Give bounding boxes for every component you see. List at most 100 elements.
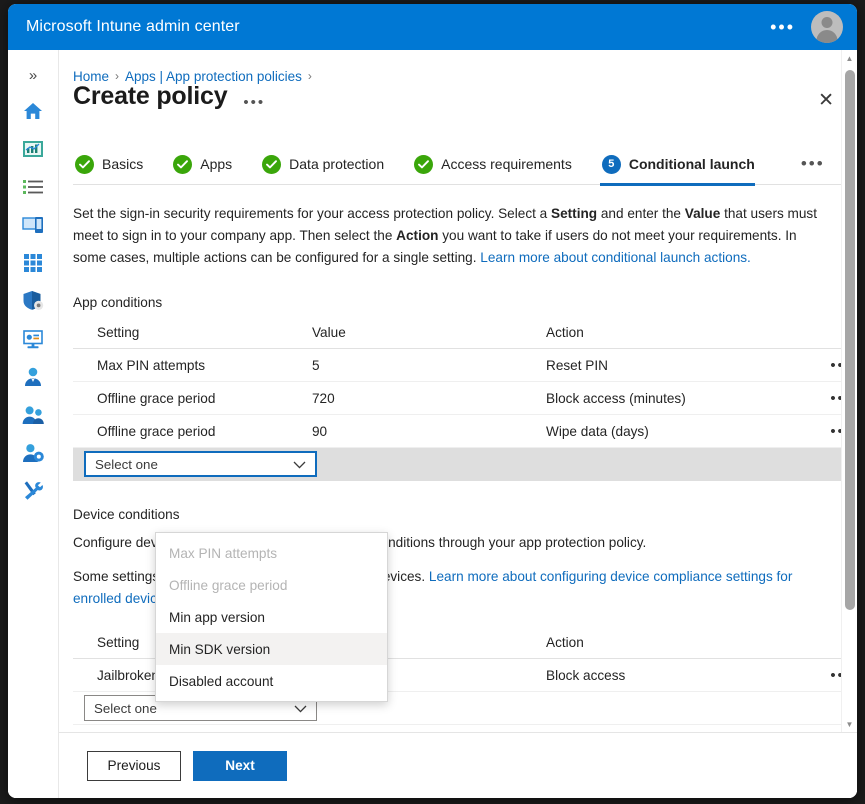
sidebar-item-apps[interactable] <box>8 246 58 284</box>
scroll-region: Home › Apps | App protection policies › … <box>59 50 857 732</box>
select-value: Select one <box>94 700 157 716</box>
select-value: Select one <box>95 456 158 472</box>
dropdown-option-disabled-account[interactable]: Disabled account <box>156 665 387 697</box>
shield-gear-icon <box>22 290 44 316</box>
intro-bold-setting: Setting <box>551 206 598 221</box>
table-row[interactable]: Offline grace period 90 Wipe data (days)… <box>73 415 857 449</box>
app-conditions-label: App conditions <box>73 295 163 311</box>
tools-icon <box>22 480 44 506</box>
sidebar-item-dashboard[interactable] <box>8 132 58 170</box>
page-header: Create policy ••• ✕ <box>73 84 857 128</box>
intro-text-2: and enter the <box>597 206 685 221</box>
setting-dropdown-listbox[interactable]: Max PIN attempts Offline grace period Mi… <box>155 532 388 702</box>
sidebar-item-tenant-administration[interactable] <box>8 436 58 474</box>
tab-label: Conditional launch <box>628 156 755 172</box>
sidebar-item-users[interactable] <box>8 360 58 398</box>
breadcrumb: Home › Apps | App protection policies › <box>73 50 857 84</box>
chevron-double-right-icon: » <box>28 66 38 84</box>
scroll-down-icon[interactable]: ▼ <box>842 716 857 732</box>
tab-data-protection[interactable]: Data protection <box>260 144 398 185</box>
cell-action: Block access <box>546 667 626 683</box>
breadcrumb-separator-icon: › <box>115 69 120 83</box>
scrollbar-thumb[interactable] <box>845 70 855 610</box>
titlebar-more-icon[interactable]: ••• <box>764 14 801 40</box>
tabs-more-icon[interactable]: ••• <box>801 154 825 174</box>
app-condition-setting-select[interactable]: Select one <box>84 451 317 478</box>
monitor-report-icon <box>22 329 44 354</box>
cell-value: 720 <box>312 390 335 406</box>
dropdown-option-max-pin-attempts: Max PIN attempts <box>169 545 278 561</box>
chevron-down-icon <box>294 701 307 716</box>
tab-label: Data protection <box>289 156 385 172</box>
nav-expand-button[interactable]: » <box>8 56 58 94</box>
intro-bold-value: Value <box>684 206 721 221</box>
column-header-action: Action <box>546 324 584 340</box>
cell-action: Block access (minutes) <box>546 390 686 406</box>
dropdown-option-offline-grace-period: Offline grace period <box>169 577 288 593</box>
close-icon[interactable]: ✕ <box>811 88 841 113</box>
cell-action: Wipe data (days) <box>546 423 649 439</box>
breadcrumb-separator-icon-2: › <box>307 69 312 83</box>
user-icon <box>22 366 44 392</box>
tab-basics[interactable]: Basics <box>73 144 157 185</box>
step-number-badge: 5 <box>601 154 621 174</box>
tab-label: Apps <box>200 156 233 172</box>
sidebar-item-reports[interactable] <box>8 322 58 360</box>
users-group-icon <box>22 404 45 430</box>
sidebar-item-endpoint-security[interactable] <box>8 284 58 322</box>
tab-label: Basics <box>102 156 144 172</box>
user-avatar[interactable] <box>811 11 843 43</box>
cell-value: 90 <box>312 423 328 439</box>
check-circle-icon <box>75 154 94 174</box>
app-titlebar: Microsoft Intune admin center ••• <box>8 4 857 50</box>
left-nav-rail: » <box>8 50 59 798</box>
app-conditions-table: Setting Value Action Max PIN attempts 5 … <box>73 316 857 482</box>
table-row[interactable]: Max PIN attempts 5 Reset PIN ••• <box>73 349 857 383</box>
sidebar-item-groups[interactable] <box>8 398 58 436</box>
tab-apps[interactable]: Apps <box>171 144 246 185</box>
tab-label: Access requirements <box>441 156 572 172</box>
scroll-up-icon[interactable]: ▲ <box>842 50 857 66</box>
table-row-new-app-condition[interactable]: Select one <box>73 448 857 482</box>
devices-icon <box>22 215 44 240</box>
browser-window: Microsoft Intune admin center ••• » Home… <box>8 4 857 798</box>
column-header-value: Value <box>312 324 346 340</box>
dashboard-chart-icon <box>22 139 44 164</box>
home-icon <box>22 100 44 127</box>
sidebar-item-troubleshooting-support[interactable] <box>8 474 58 512</box>
content-pane: Home › Apps | App protection policies › … <box>59 50 857 798</box>
page-more-icon[interactable]: ••• <box>243 94 265 111</box>
intro-paragraph: Set the sign-in security requirements fo… <box>73 203 833 269</box>
check-circle-icon <box>262 154 282 174</box>
table-header-row: Setting Value Action <box>73 316 857 350</box>
cell-setting: Offline grace period <box>97 423 216 439</box>
titlebar-actions: ••• <box>764 4 847 50</box>
chevron-down-icon <box>293 457 306 472</box>
tab-access-requirements[interactable]: Access requirements <box>412 144 586 185</box>
dropdown-option-min-sdk-version[interactable]: Min SDK version <box>156 633 387 665</box>
vertical-scrollbar[interactable]: ▲ ▼ <box>841 50 857 732</box>
list-icon <box>22 178 44 201</box>
cell-action: Reset PIN <box>546 357 608 373</box>
intro-bold-action: Action <box>396 228 439 244</box>
column-header-action: Action <box>546 634 584 650</box>
table-row[interactable]: Offline grace period 720 Block access (m… <box>73 382 857 416</box>
tab-conditional-launch[interactable]: 5 Conditional launch <box>599 144 769 186</box>
cell-setting: Max PIN attempts <box>97 357 206 373</box>
check-circle-icon <box>173 154 193 174</box>
previous-button[interactable]: Previous <box>87 750 181 781</box>
user-gear-icon <box>22 442 45 468</box>
conditional-launch-learn-more-link[interactable]: Learn more about conditional launch acti… <box>480 250 751 265</box>
intro-text-1: Set the sign-in security requirements fo… <box>73 206 552 221</box>
app-brand-title: Microsoft Intune admin center <box>26 18 240 35</box>
sidebar-item-home[interactable] <box>8 94 58 132</box>
sidebar-item-all-services[interactable] <box>8 170 58 208</box>
cell-setting: Offline grace period <box>97 390 216 406</box>
dropdown-option-min-app-version[interactable]: Min app version <box>156 601 387 633</box>
wizard-footer: Previous Next <box>59 732 857 798</box>
page-title: Create policy <box>73 82 228 110</box>
sidebar-item-devices[interactable] <box>8 208 58 246</box>
check-circle-icon <box>414 154 434 174</box>
next-button[interactable]: Next <box>193 750 287 781</box>
cell-value: 5 <box>312 357 320 373</box>
